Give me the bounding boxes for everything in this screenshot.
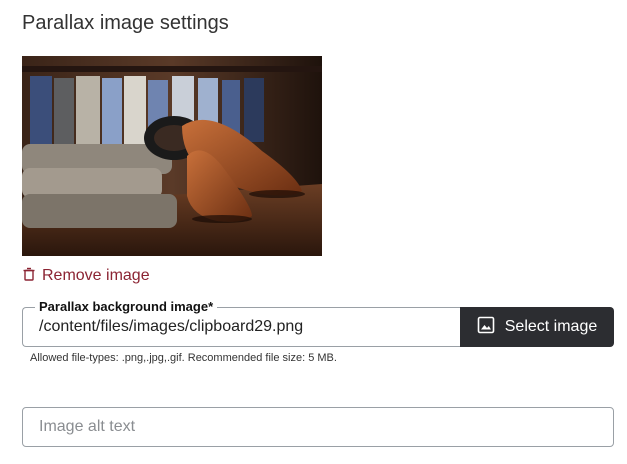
file-hint-text: Allowed file-types: .png,.jpg,.gif. Reco…	[30, 352, 337, 364]
select-image-button[interactable]: Select image	[460, 307, 614, 347]
parallax-image-label: Parallax background image*	[35, 299, 218, 314]
remove-image-button[interactable]: Remove image	[22, 265, 150, 287]
preview-image	[22, 56, 322, 256]
parallax-image-value: /content/files/images/clipboard29.png	[39, 318, 304, 335]
trash-icon	[22, 267, 36, 286]
image-alt-text-input[interactable]	[22, 407, 614, 447]
section-title: Parallax image settings	[22, 12, 229, 34]
image-icon	[477, 316, 495, 339]
remove-image-label: Remove image	[42, 267, 150, 284]
select-image-label: Select image	[504, 318, 598, 335]
parallax-image-field[interactable]: Parallax background image* /content/file…	[22, 299, 461, 347]
